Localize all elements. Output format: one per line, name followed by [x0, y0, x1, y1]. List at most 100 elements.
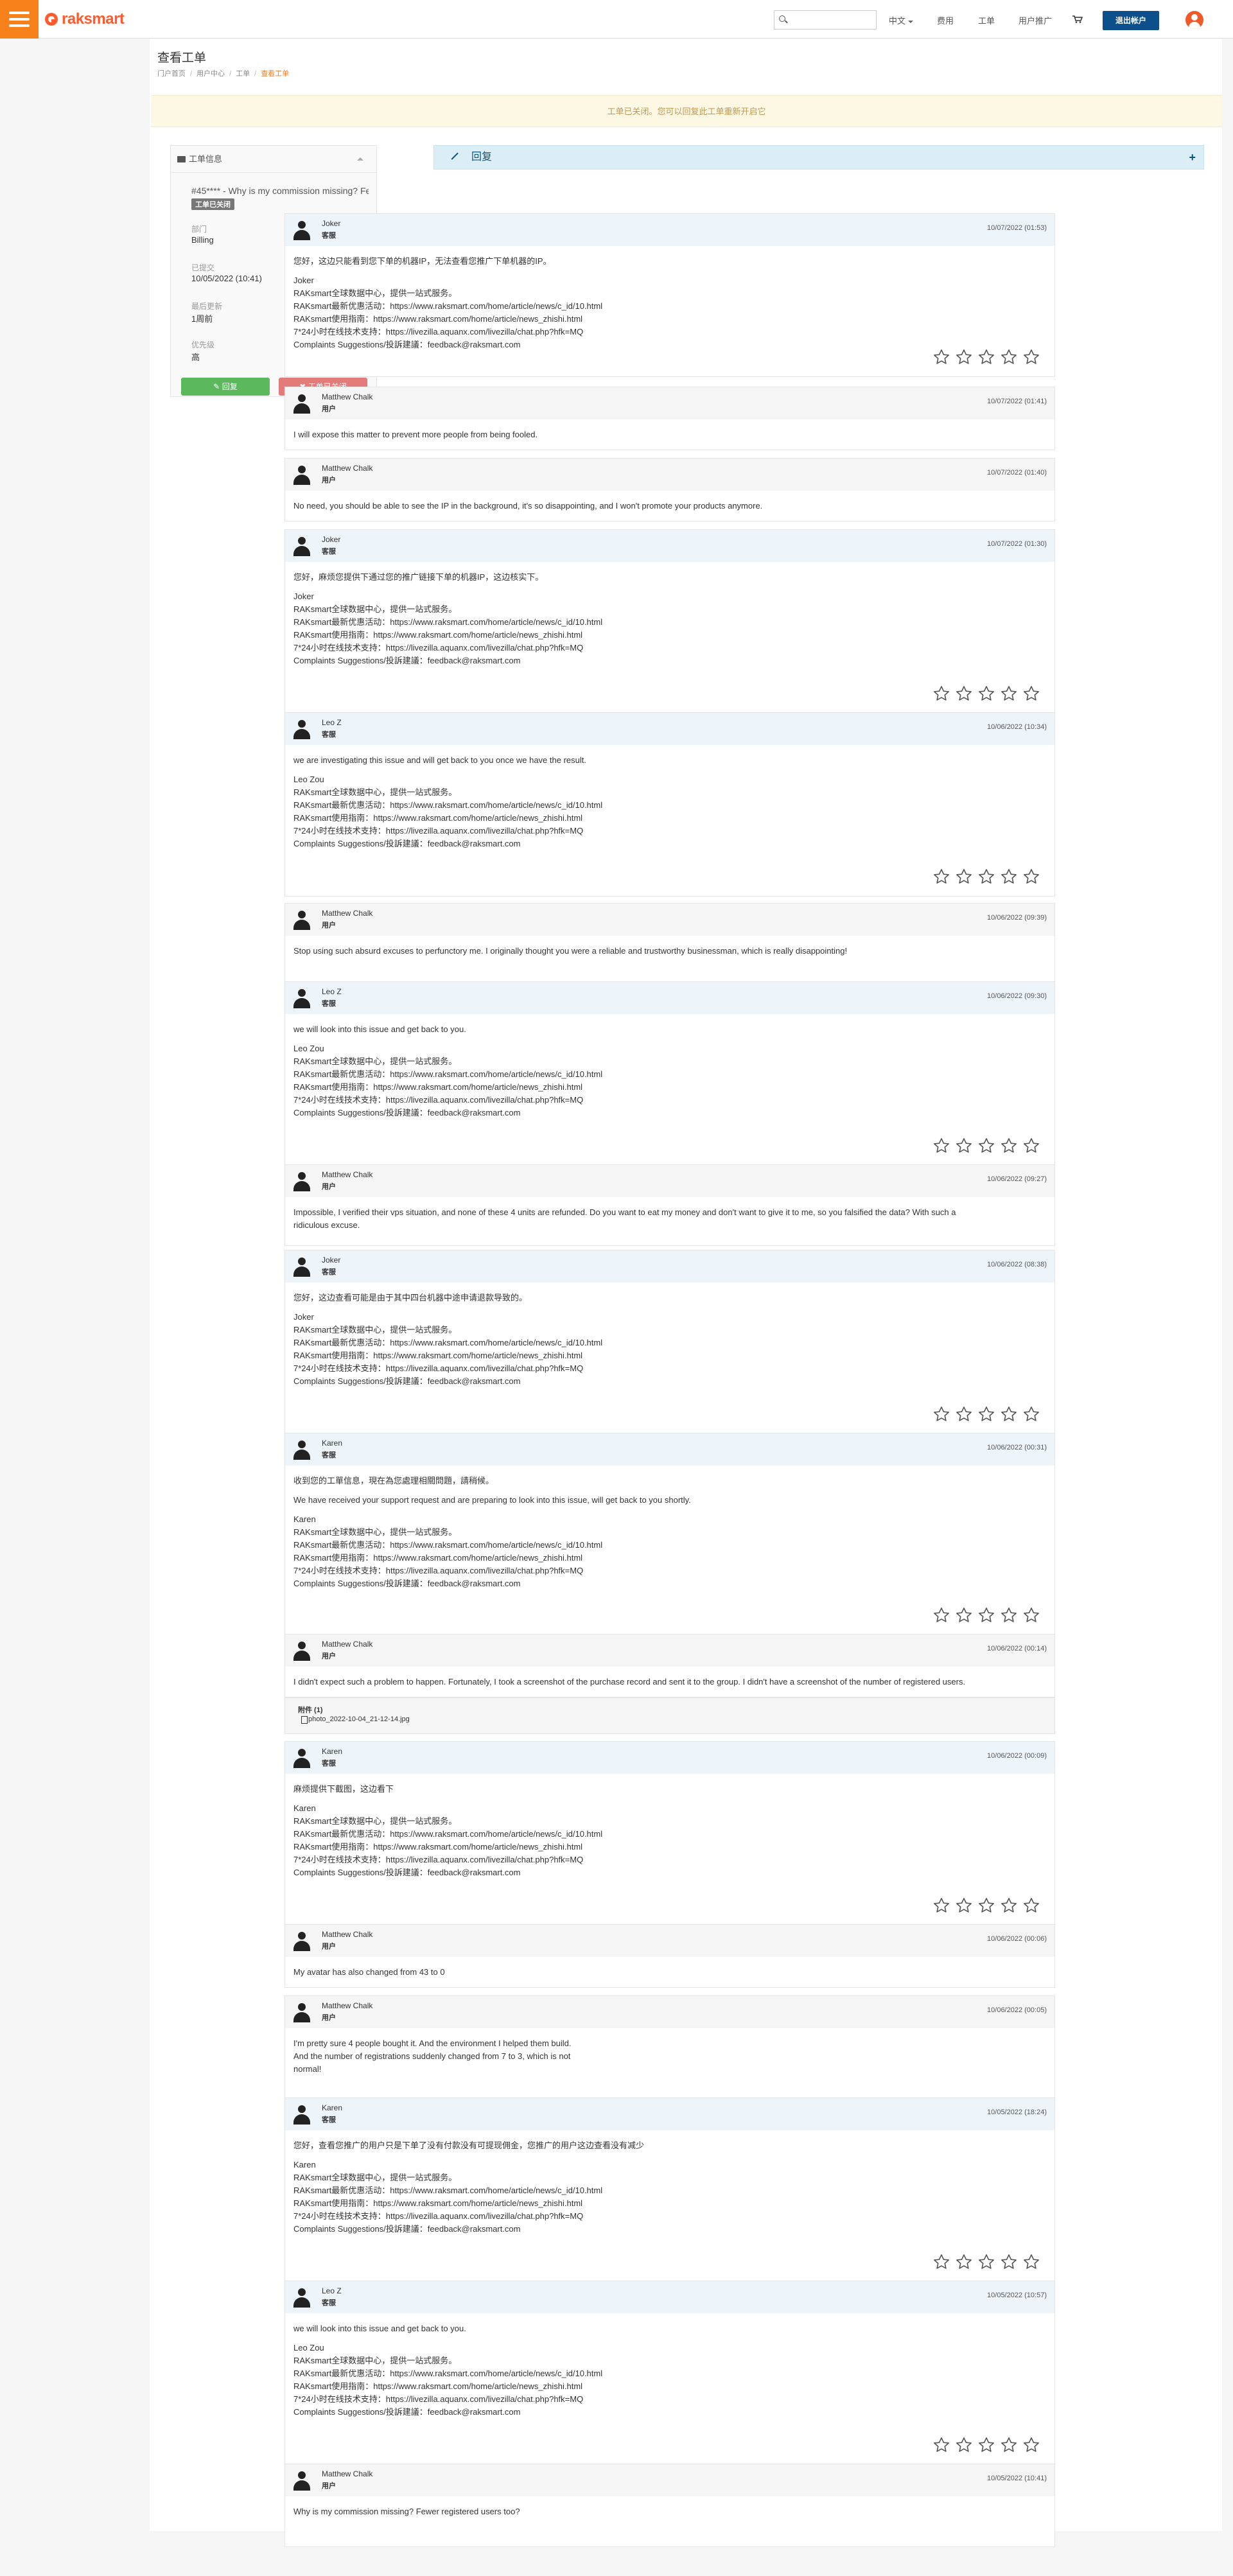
star-icon[interactable]: [1000, 1606, 1018, 1624]
customer-reply: Matthew Chalk 用户 10/06/2022 (09:39) Stop us…: [284, 903, 1055, 985]
logout-button[interactable]: 退出帐户: [1103, 11, 1159, 30]
message-line: 7*24小时在线技术支持：https://livezilla.aquanx.co…: [293, 1566, 584, 1575]
menu-icon[interactable]: [0, 0, 39, 39]
rating-stars[interactable]: [932, 868, 1040, 887]
star-icon[interactable]: [1000, 348, 1018, 366]
breadcrumb-home[interactable]: 门户首页: [157, 70, 186, 78]
nav-billing[interactable]: 费用: [937, 14, 954, 26]
rating-stars[interactable]: [932, 685, 1040, 704]
message-line: RAKsmart使用指南：https://www.raksmart.com/ho…: [293, 314, 583, 324]
dept-label: 部门: [191, 225, 207, 234]
star-icon[interactable]: [977, 868, 995, 886]
star-icon[interactable]: [932, 868, 950, 886]
star-icon[interactable]: [932, 348, 950, 366]
author-role: 客服: [322, 1760, 336, 1767]
star-icon[interactable]: [977, 1897, 995, 1914]
ticket-info-header[interactable]: 工单信息: [171, 146, 376, 173]
star-icon[interactable]: [1000, 685, 1018, 703]
reply-date: 10/06/2022 (00:06): [987, 1935, 1047, 1943]
rating-stars[interactable]: [932, 2253, 1040, 2272]
star-icon[interactable]: [1022, 2253, 1040, 2271]
user-icon: [293, 2105, 310, 2125]
star-icon[interactable]: [1000, 1137, 1018, 1155]
star-icon[interactable]: [977, 2436, 995, 2454]
star-icon[interactable]: [955, 2253, 973, 2271]
star-icon[interactable]: [955, 348, 973, 366]
author-name: Karen: [322, 1747, 343, 1756]
updated-label: 最后更新: [191, 302, 223, 311]
reply-button[interactable]: ✎ 回复: [181, 378, 270, 396]
star-icon[interactable]: [932, 1137, 950, 1155]
star-icon[interactable]: [1000, 2436, 1018, 2454]
author-role: 用户: [322, 2014, 336, 2022]
star-icon[interactable]: [955, 868, 973, 886]
reply-toggle[interactable]: 回复 +: [433, 145, 1204, 170]
rating-stars[interactable]: [932, 1405, 1040, 1424]
star-icon[interactable]: [1022, 868, 1040, 886]
brand-logo[interactable]: raksmart: [45, 8, 125, 31]
nav-tickets[interactable]: 工单: [978, 14, 995, 26]
star-icon[interactable]: [932, 1897, 950, 1914]
star-icon[interactable]: [1000, 1405, 1018, 1423]
star-icon[interactable]: [1000, 2253, 1018, 2271]
reply-body: 您好，麻烦您提供下通过您的推广链接下单的机器IP，这边核实下。 Joker RAKs…: [285, 562, 1054, 667]
pencil-icon: ✎: [213, 382, 222, 391]
star-icon[interactable]: [1022, 1606, 1040, 1624]
star-icon[interactable]: [1000, 1897, 1018, 1914]
reply-date: 10/05/2022 (10:57): [987, 2291, 1047, 2299]
star-icon[interactable]: [1000, 868, 1018, 886]
star-icon[interactable]: [977, 685, 995, 703]
customer-reply: Matthew Chalk 用户 10/06/2022 (00:14) I didn'…: [284, 1634, 1055, 1697]
message-line: RAKsmart使用指南：https://www.raksmart.com/ho…: [293, 813, 583, 823]
star-icon[interactable]: [977, 2253, 995, 2271]
rating-stars[interactable]: [932, 1897, 1040, 1916]
star-icon[interactable]: [977, 348, 995, 366]
message-line: Joker: [293, 1312, 314, 1322]
search-input[interactable]: [774, 10, 877, 30]
star-icon[interactable]: [932, 1606, 950, 1624]
reply-header: Karen 客服 10/05/2022 (18:24): [285, 2098, 1054, 2130]
star-icon[interactable]: [955, 685, 973, 703]
star-icon[interactable]: [932, 685, 950, 703]
nav-language[interactable]: 中文: [889, 14, 914, 26]
rating-stars[interactable]: [932, 2436, 1040, 2455]
nav-affiliate[interactable]: 用户推广: [1019, 14, 1052, 26]
star-icon[interactable]: [955, 1137, 973, 1155]
star-icon[interactable]: [1022, 1897, 1040, 1914]
star-icon[interactable]: [977, 1405, 995, 1423]
star-icon[interactable]: [955, 1405, 973, 1423]
chevron-up-icon[interactable]: [357, 157, 363, 161]
rating-stars[interactable]: [932, 348, 1040, 367]
message-line: we are investigating this issue and will…: [293, 755, 586, 765]
ticket-closed-alert: 工单已关闭。您可以回复此工单重新开启它: [151, 95, 1222, 127]
reply-header: Joker 客服 10/07/2022 (01:53): [285, 214, 1054, 246]
message-line: No need, you should be able to see the I…: [293, 501, 763, 511]
message-line: 7*24小时在线技术支持：https://livezilla.aquanx.co…: [293, 2211, 584, 2221]
breadcrumb-client-area[interactable]: 用户中心: [197, 70, 225, 78]
star-icon[interactable]: [1022, 2436, 1040, 2454]
star-icon[interactable]: [932, 1405, 950, 1423]
message-line: Complaints Suggestions/投訴建議：feedback@rak…: [293, 1868, 521, 1877]
star-icon[interactable]: [1022, 1137, 1040, 1155]
star-icon[interactable]: [955, 2436, 973, 2454]
plus-icon[interactable]: +: [1189, 146, 1196, 169]
cart-icon[interactable]: [1072, 15, 1083, 23]
star-icon[interactable]: [977, 1606, 995, 1624]
user-icon: [293, 466, 310, 485]
breadcrumb-tickets[interactable]: 工单: [236, 70, 250, 78]
message-line: RAKsmart最新优惠活动：https://www.raksmart.com/…: [293, 1069, 603, 1079]
star-icon[interactable]: [1022, 1405, 1040, 1423]
star-icon[interactable]: [1022, 685, 1040, 703]
attachment-file-link[interactable]: photo_2022-10-04_21-12-14.jpg: [301, 1715, 410, 1724]
star-icon[interactable]: [932, 2253, 950, 2271]
reply-date: 10/07/2022 (01:40): [987, 469, 1047, 477]
star-icon[interactable]: [955, 1897, 973, 1914]
star-icon[interactable]: [1022, 348, 1040, 366]
star-icon[interactable]: [932, 2436, 950, 2454]
star-icon[interactable]: [955, 1606, 973, 1624]
rating-stars[interactable]: [932, 1606, 1040, 1625]
user-avatar-icon[interactable]: [1185, 11, 1203, 29]
star-icon[interactable]: [977, 1137, 995, 1155]
reply-date: 10/06/2022 (00:09): [987, 1752, 1047, 1760]
rating-stars[interactable]: [932, 1137, 1040, 1156]
